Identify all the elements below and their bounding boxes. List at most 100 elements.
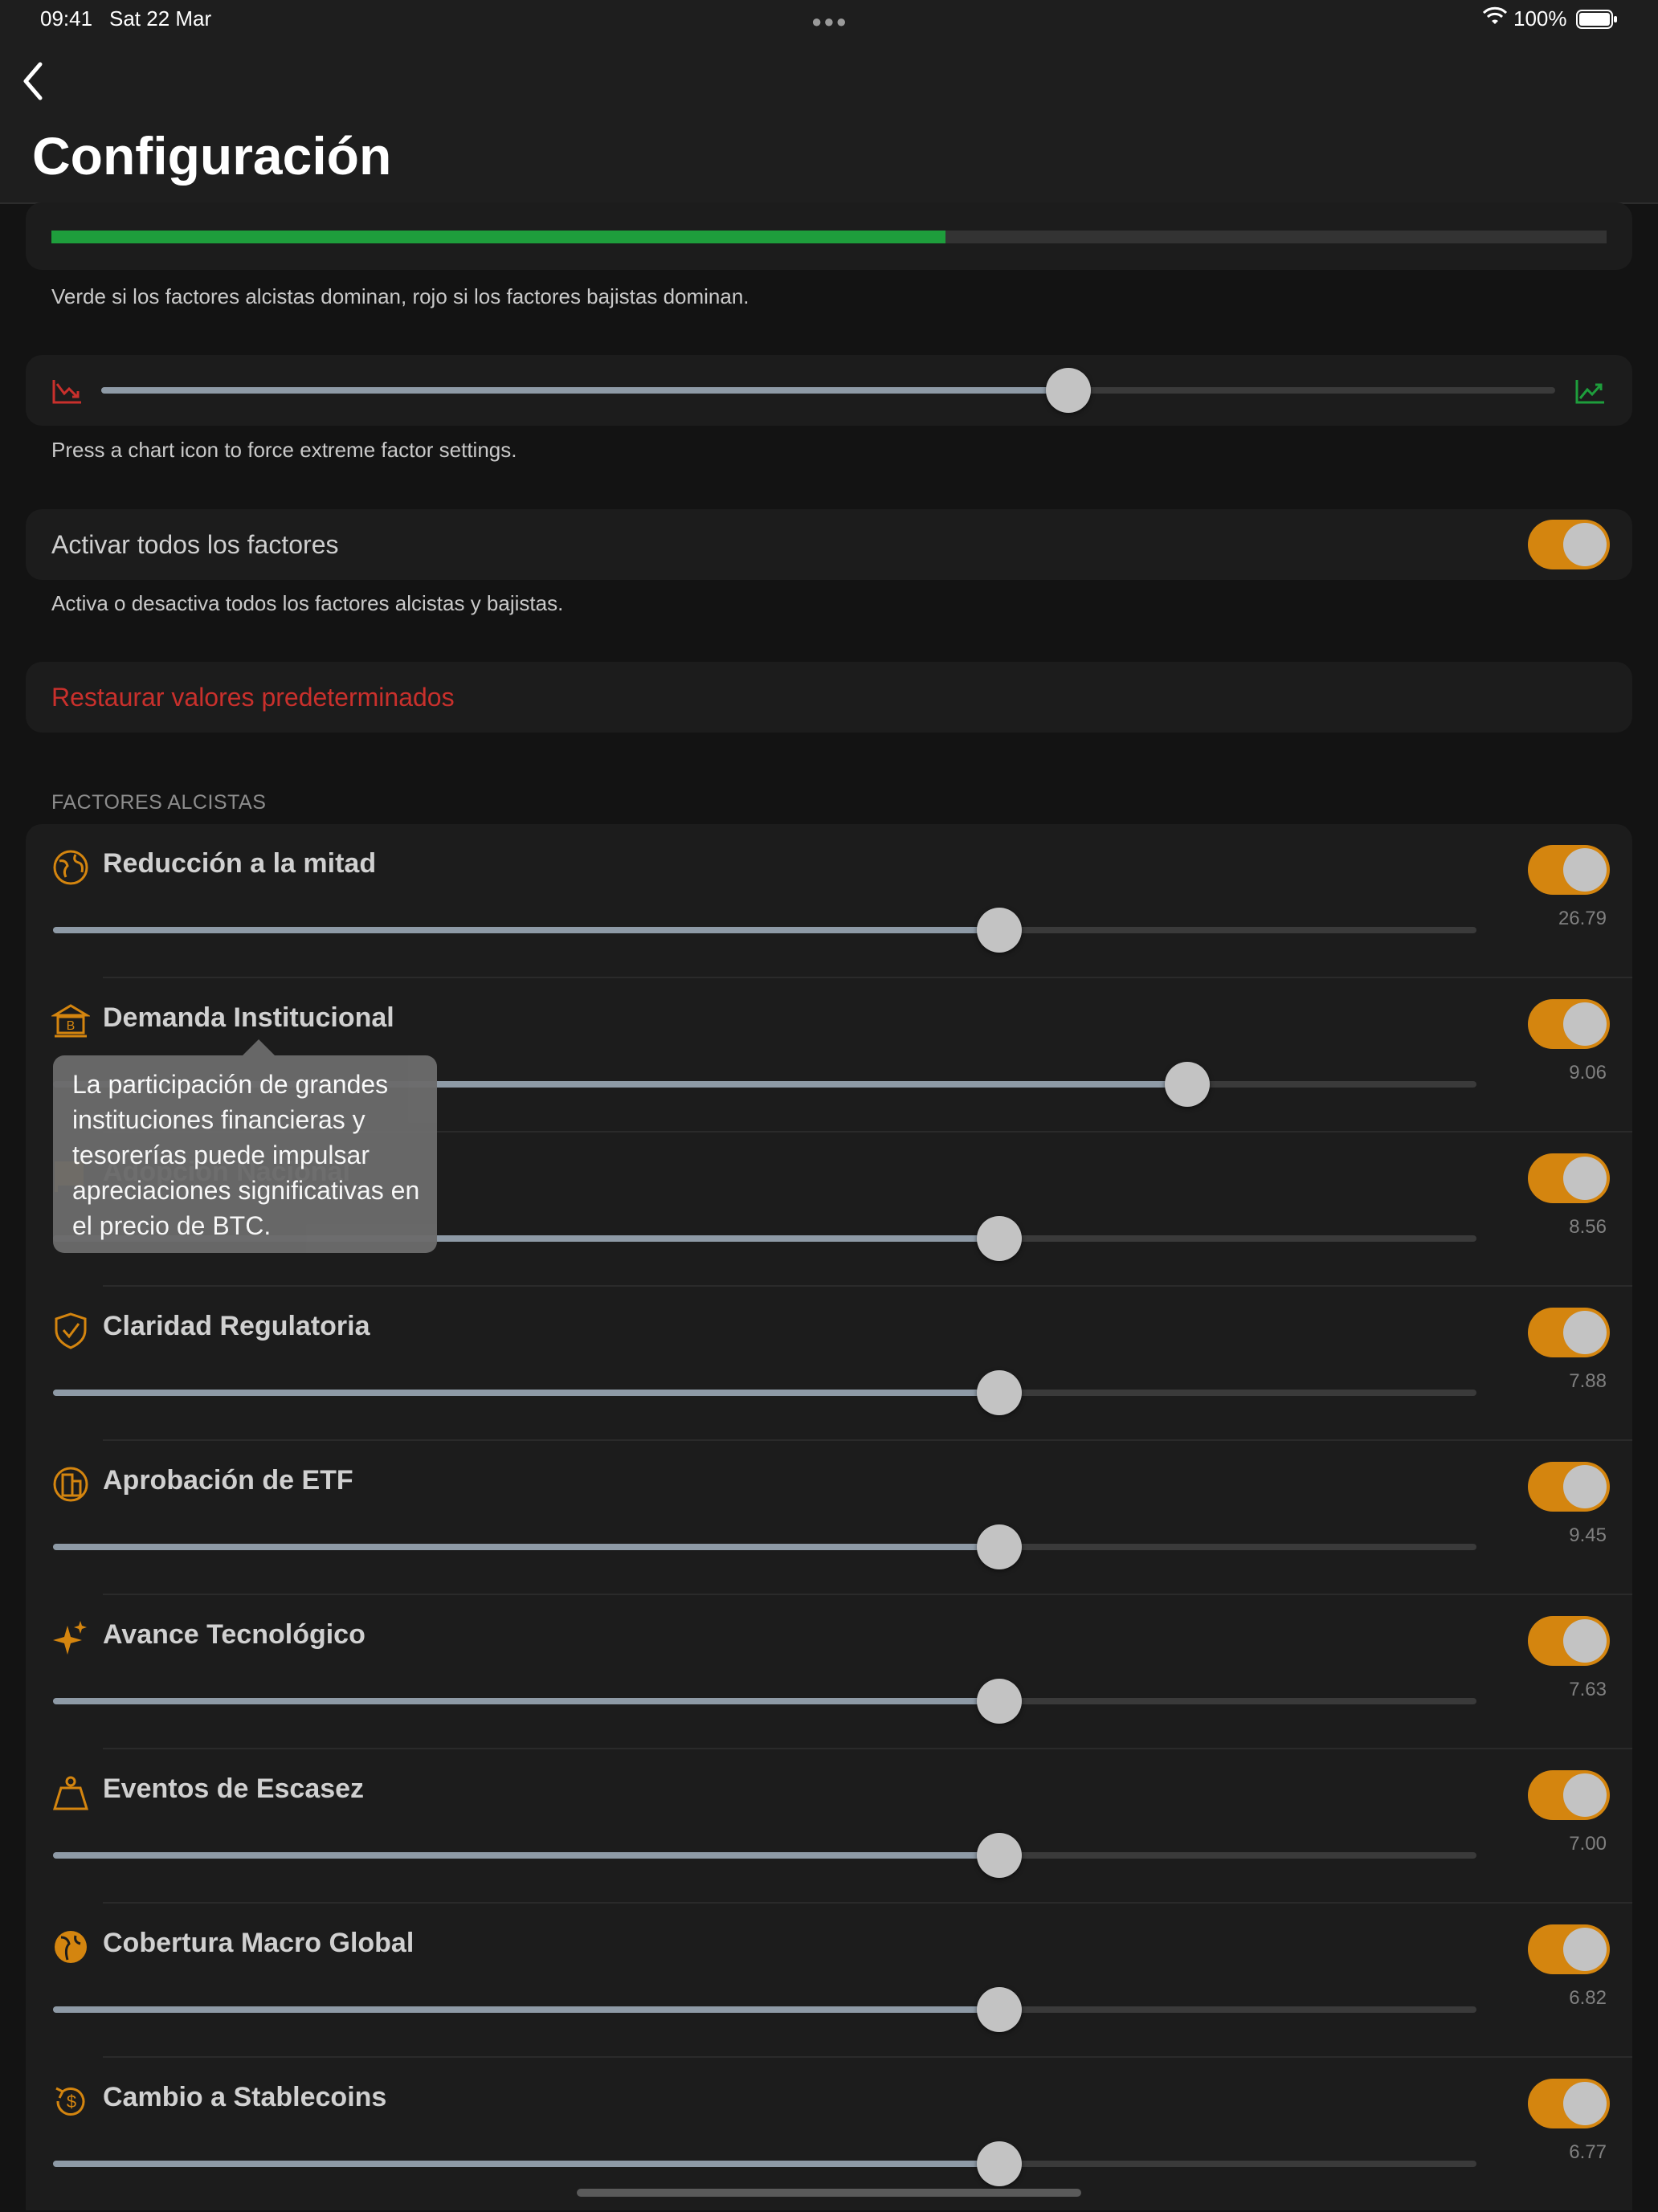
back-chevron-icon[interactable] [18, 59, 50, 103]
factor-value: 9.06 [1569, 1062, 1607, 1084]
factor-toggle[interactable] [1528, 2079, 1610, 2128]
weight-icon[interactable] [51, 1773, 90, 1812]
toggle-all-caption: Activa o desactiva todos los factores al… [51, 591, 564, 615]
factor-toggle[interactable] [1528, 845, 1610, 895]
factor-value: 9.45 [1569, 1524, 1607, 1546]
factor-slider-fill [53, 1544, 1000, 1550]
factor-row: Reducción a la mitad 26.79 [26, 824, 1632, 978]
toggle-all-switch[interactable] [1528, 520, 1610, 569]
factor-name: Eventos de Escasez [103, 1773, 365, 1804]
factor-name: Cobertura Macro Global [103, 1928, 414, 1958]
status-bar: 09:41 Sat 22 Mar ●●● 100% [0, 0, 1658, 39]
dollar-cycle-icon[interactable]: $ [51, 2082, 90, 2120]
factor-slider[interactable] [53, 1370, 1476, 1415]
sentiment-bar-fill [51, 231, 946, 243]
shield-check-icon[interactable] [51, 1311, 90, 1349]
factor-row: Cobertura Macro Global 6.82 [26, 1904, 1632, 2058]
factor-slider-thumb[interactable] [977, 1524, 1023, 1569]
factor-name: Reducción a la mitad [103, 848, 377, 879]
sparkles-icon[interactable] [51, 1619, 90, 1658]
svg-text:B: B [67, 1019, 76, 1033]
toggle-knob [1563, 1773, 1607, 1817]
factor-tooltip: La participación de grandes institucione… [53, 1039, 437, 1253]
wifi-icon [1483, 6, 1507, 24]
factor-slider-thumb[interactable] [977, 908, 1023, 953]
toggle-knob [1563, 2082, 1607, 2125]
factor-row: Avance Tecnológico 7.63 [26, 1595, 1632, 1749]
extreme-slider-thumb[interactable] [1045, 368, 1091, 413]
building-icon[interactable] [51, 1465, 90, 1504]
factor-slider-thumb[interactable] [977, 1679, 1023, 1724]
extreme-slider-fill [101, 387, 1068, 394]
factor-toggle[interactable] [1528, 1616, 1610, 1666]
factor-name: Aprobación de ETF [103, 1465, 353, 1496]
home-indicator[interactable] [577, 2189, 1081, 2197]
tooltip-text: La participación de grandes institucione… [72, 1070, 420, 1240]
factor-toggle[interactable] [1528, 1924, 1610, 1974]
globe-clock-icon[interactable] [51, 848, 90, 887]
extreme-factor-slider[interactable] [101, 368, 1555, 413]
toggle-knob [1563, 1619, 1607, 1663]
factor-slider-thumb[interactable] [977, 1216, 1023, 1261]
factor-slider-fill [53, 1852, 1000, 1859]
factor-name: Cambio a Stablecoins [103, 2082, 387, 2112]
factor-value: 6.82 [1569, 1987, 1607, 2009]
factor-value: 8.56 [1569, 1216, 1607, 1238]
reset-defaults-button[interactable]: Restaurar valores predeterminados [51, 683, 455, 712]
battery-percent: 100% [1513, 6, 1567, 31]
factor-slider-fill [53, 1390, 1000, 1396]
status-time: 09:41 [40, 6, 93, 31]
bank-bitcoin-icon[interactable]: B [51, 1002, 90, 1041]
factor-slider[interactable] [53, 1987, 1476, 2032]
toggle-knob [1563, 1465, 1607, 1508]
factor-value: 6.77 [1569, 2141, 1607, 2163]
page-title: Configuración [32, 126, 392, 186]
tooltip-arrow [243, 1039, 275, 1055]
chart-up-icon[interactable] [1574, 378, 1607, 405]
factor-slider[interactable] [53, 1833, 1476, 1878]
extreme-slider-caption: Press a chart icon to force extreme fact… [51, 438, 517, 462]
factor-value: 7.00 [1569, 1833, 1607, 1855]
factor-toggle[interactable] [1528, 1153, 1610, 1203]
factor-slider[interactable] [53, 908, 1476, 953]
factor-slider[interactable] [53, 2141, 1476, 2186]
navigation-bar: Configuración [0, 39, 1658, 204]
toggle-knob [1563, 523, 1607, 566]
section-header-bullish: FACTORES ALCISTAS [51, 791, 267, 814]
svg-text:$: $ [67, 2092, 76, 2112]
factor-slider-thumb[interactable] [977, 2141, 1023, 2186]
battery-icon [1576, 10, 1617, 29]
factor-value: 7.63 [1569, 1679, 1607, 1700]
factor-slider-thumb[interactable] [1165, 1062, 1211, 1107]
factor-slider-fill [53, 2161, 1000, 2167]
factor-toggle[interactable] [1528, 1308, 1610, 1357]
factor-row: Claridad Regulatoria 7.88 [26, 1287, 1632, 1441]
factor-row: Aprobación de ETF 9.45 [26, 1441, 1632, 1595]
factor-slider[interactable] [53, 1524, 1476, 1569]
toggle-knob [1563, 848, 1607, 892]
toggle-all-label: Activar todos los factores [51, 530, 339, 559]
factor-row: Eventos de Escasez 7.00 [26, 1749, 1632, 1904]
toggle-knob [1563, 1311, 1607, 1354]
factor-value: 26.79 [1558, 908, 1607, 929]
factor-name: Demanda Institucional [103, 1002, 394, 1033]
globe-americas-icon[interactable] [51, 1928, 90, 1966]
factor-slider-fill [53, 2006, 1000, 2013]
sentiment-caption: Verde si los factores alcistas dominan, … [51, 284, 749, 308]
factor-toggle[interactable] [1528, 1462, 1610, 1512]
factor-slider-thumb[interactable] [977, 1833, 1023, 1878]
toggle-knob [1563, 1157, 1607, 1200]
factor-slider-thumb[interactable] [977, 1370, 1023, 1415]
factor-name: Avance Tecnológico [103, 1619, 365, 1650]
toggle-knob [1563, 1002, 1607, 1046]
factor-slider[interactable] [53, 1679, 1476, 1724]
factor-slider-fill [53, 927, 1000, 933]
factor-toggle[interactable] [1528, 999, 1610, 1049]
chart-down-icon[interactable] [51, 378, 84, 405]
factor-slider-thumb[interactable] [977, 1987, 1023, 2032]
factor-toggle[interactable] [1528, 1770, 1610, 1820]
factor-name: Claridad Regulatoria [103, 1311, 370, 1341]
toggle-knob [1563, 1928, 1607, 1971]
multitasking-dots-icon[interactable]: ●●● [811, 11, 848, 32]
factor-slider-fill [53, 1698, 1000, 1704]
